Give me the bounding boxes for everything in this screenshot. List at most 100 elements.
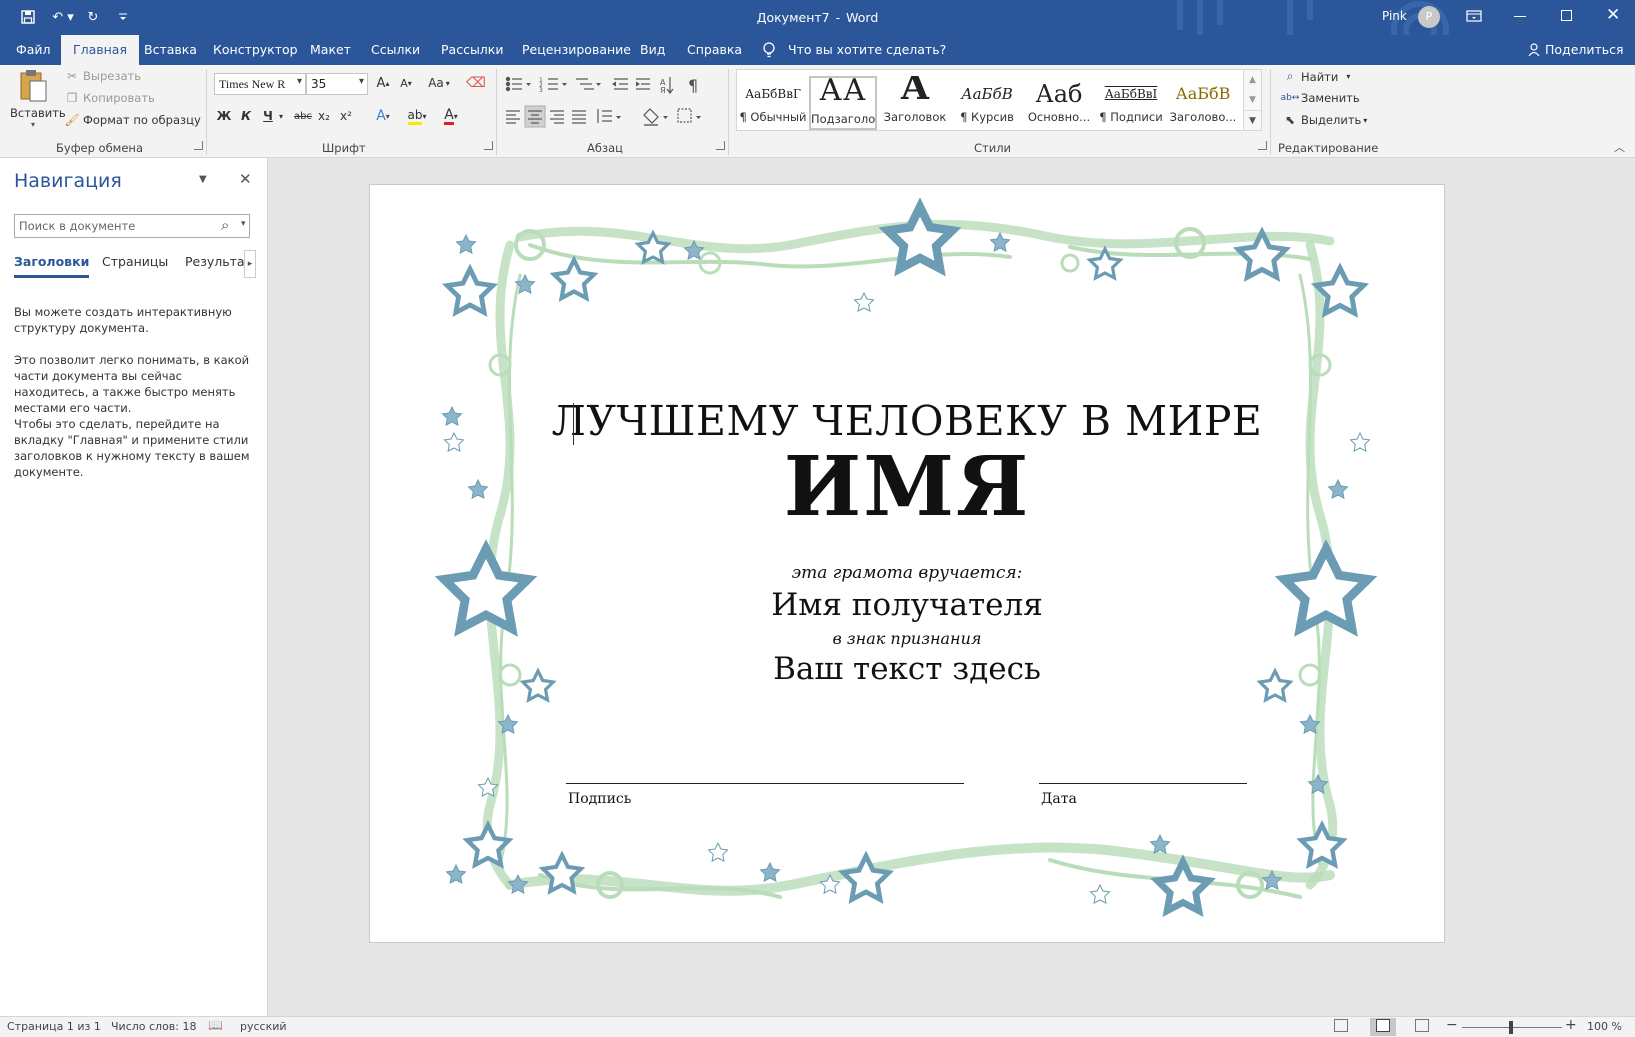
style-normal[interactable]: АаБбВвГ ¶ Обычный [739, 76, 807, 130]
styles-launcher-icon[interactable] [1258, 141, 1267, 150]
recipient-name[interactable]: Имя получателя [370, 587, 1444, 623]
date-label[interactable]: Дата [1041, 791, 1077, 807]
copy-button[interactable]: ❐ Копировать [64, 91, 155, 105]
in-recognition-text[interactable]: в знак признания [370, 629, 1444, 648]
undo-icon[interactable]: ↶ ▾ [50, 8, 76, 26]
style-subtitle[interactable]: АА Подзаголо... [809, 76, 877, 130]
chevron-down-icon[interactable]: ▼ [1244, 90, 1261, 110]
chevron-up-icon[interactable]: ▲ [1244, 70, 1261, 90]
tab-insert[interactable]: Вставка [144, 35, 197, 65]
tab-pages[interactable]: Страницы [102, 254, 168, 269]
style-body[interactable]: Ааб Основно... [1025, 76, 1093, 130]
find-label: Найти [1301, 69, 1339, 84]
format-painter-label: Формат по образцу [83, 113, 201, 127]
align-left-icon [506, 110, 520, 124]
line-spacing-icon [597, 109, 612, 123]
paragraph-launcher-icon[interactable] [716, 141, 725, 150]
ribbon-display-options-icon[interactable] [1466, 9, 1482, 26]
tell-me-search[interactable]: Что вы хотите сделать? [788, 35, 946, 65]
text-effects-icon[interactable]: A ▾ [368, 106, 398, 126]
tab-view[interactable]: Вид [640, 35, 665, 65]
read-mode-icon[interactable] [1334, 1019, 1348, 1032]
search-input[interactable]: Поиск в документе ⌕ ▾ [14, 214, 250, 238]
tab-references[interactable]: Ссылки [371, 35, 420, 65]
chevron-right-icon[interactable]: ▸ [244, 250, 256, 278]
customize-toolbar-icon[interactable] [114, 8, 132, 26]
superscript-button[interactable]: x² [338, 106, 354, 126]
zoom-slider-thumb[interactable] [1509, 1021, 1513, 1034]
tab-help[interactable]: Справка [687, 35, 742, 65]
clear-formatting-icon[interactable]: ⌫ [466, 73, 486, 93]
print-layout-icon[interactable] [1376, 1019, 1390, 1032]
share-icon[interactable] [1528, 43, 1542, 60]
tab-layout[interactable]: Макет [310, 35, 351, 65]
change-case-button[interactable]: Aa ▾ [424, 73, 454, 93]
chevron-down-icon[interactable]: ▾ [241, 219, 246, 229]
zoom-in-button[interactable]: + [1565, 1017, 1577, 1033]
zoom-out-button[interactable]: − [1446, 1017, 1458, 1033]
tab-headings[interactable]: Заголовки [14, 254, 90, 278]
save-icon[interactable] [19, 8, 37, 26]
font-size-combobox[interactable]: 35 ▾ [306, 73, 368, 95]
select-button[interactable]: ⬉ Выделить ▾ [1282, 113, 1367, 127]
replace-button[interactable]: ab↔ Заменить [1281, 91, 1360, 105]
pane-options-icon[interactable]: ▼ [199, 174, 207, 185]
language-indicator[interactable]: русский [240, 1020, 287, 1033]
style-italic[interactable]: АаБбВ ¶ Курсив [953, 76, 1021, 130]
user-name[interactable]: Pink [1382, 9, 1407, 23]
change-case-label: Aa [428, 76, 444, 90]
find-button[interactable]: ⌕ Найти ▾ [1282, 69, 1351, 84]
grow-font-icon[interactable]: A ▴ [374, 73, 392, 93]
font-name-combobox[interactable]: Times New R ▾ [214, 73, 306, 95]
tab-design[interactable]: Конструктор [213, 35, 298, 65]
redo-icon[interactable]: ↻ [84, 8, 102, 26]
justify-icon [572, 110, 586, 124]
paste-button[interactable]: Вставить ▾ [10, 69, 66, 135]
italic-button[interactable]: К [238, 106, 254, 126]
style-heading2[interactable]: АаБбВ Заголово... [1169, 76, 1237, 130]
tab-file[interactable]: Файл [16, 35, 51, 65]
clipboard-launcher-icon[interactable] [194, 141, 203, 150]
document-area: ЛУЧШЕМУ ЧЕЛОВЕКУ В МИРЕ ИМЯ эта грамота … [269, 158, 1635, 1016]
word-count[interactable]: Число слов: 18 [111, 1020, 197, 1033]
shrink-font-icon[interactable]: A ▾ [397, 73, 415, 93]
tab-home[interactable]: Главная [61, 35, 139, 65]
page-count[interactable]: Страница 1 из 1 [7, 1020, 101, 1033]
style-heading[interactable]: А Заголовок [881, 76, 949, 130]
search-icon[interactable]: ⌕ [221, 216, 229, 234]
tab-review[interactable]: Рецензирование [522, 35, 631, 65]
web-layout-icon[interactable] [1415, 1019, 1429, 1032]
zoom-level[interactable]: 100 % [1587, 1020, 1622, 1033]
tab-results[interactable]: Результать [185, 254, 245, 269]
avatar[interactable]: P [1418, 6, 1440, 28]
close-pane-icon[interactable]: ✕ [239, 170, 252, 188]
proofing-icon[interactable]: 📖 [208, 1018, 223, 1032]
your-text-placeholder[interactable]: Ваш текст здесь [370, 651, 1444, 687]
certificate-name[interactable]: ИМЯ [370, 439, 1444, 535]
certificate-headline[interactable]: ЛУЧШЕМУ ЧЕЛОВЕКУ В МИРЕ [370, 397, 1444, 445]
share-button[interactable]: Поделиться [1545, 35, 1624, 65]
font-color-icon[interactable]: A ▾ [436, 106, 466, 126]
more-styles-icon[interactable]: ▼ [1244, 110, 1261, 130]
strikethrough-button[interactable]: abc [292, 106, 314, 126]
document-page[interactable]: ЛУЧШЕМУ ЧЕЛОВЕКУ В МИРЕ ИМЯ эта грамота … [369, 184, 1445, 943]
close-window-icon[interactable]: ✕ [1606, 5, 1620, 25]
maximize-icon[interactable] [1561, 10, 1572, 21]
signature-label[interactable]: Подпись [568, 791, 631, 807]
highlight-color-icon[interactable]: ab ▾ [402, 106, 432, 126]
subscript-button[interactable]: x₂ [316, 106, 332, 126]
font-launcher-icon[interactable] [484, 141, 493, 150]
paste-dropdown-icon[interactable]: ▾ [10, 120, 56, 129]
format-painter-button[interactable]: 🖌 Формат по образцу [64, 113, 201, 127]
editing-group-label: Редактирование [1278, 141, 1379, 155]
underline-dropdown-icon[interactable]: ▾ [276, 106, 286, 126]
minimize-icon[interactable] [1514, 16, 1526, 17]
collapse-ribbon-icon[interactable]: ︿ [1614, 139, 1625, 155]
cut-button[interactable]: ✂ Вырезать [64, 69, 141, 83]
bold-button[interactable]: Ж [216, 106, 232, 126]
presented-to-text[interactable]: эта грамота вручается: [370, 563, 1444, 583]
svg-text:Я: Я [660, 86, 666, 95]
style-captions[interactable]: АаБбВвI ¶ Подписи [1097, 76, 1165, 130]
underline-button[interactable]: Ч [260, 106, 276, 126]
tab-mailings[interactable]: Рассылки [441, 35, 503, 65]
